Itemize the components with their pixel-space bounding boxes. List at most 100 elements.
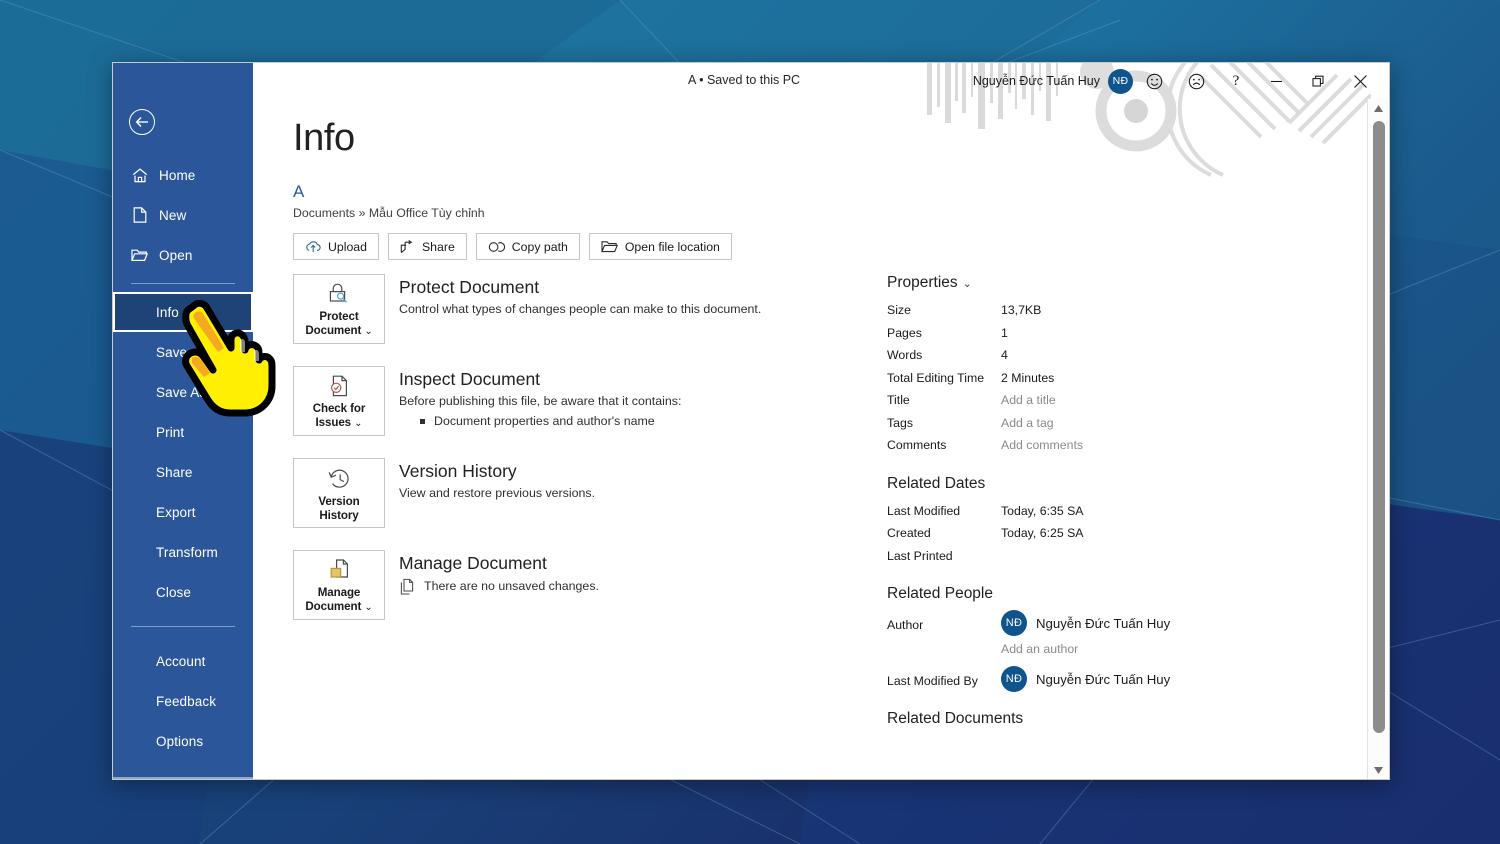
sidebar-item-account[interactable]: Account bbox=[113, 641, 253, 681]
date-value: Today, 6:35 SA bbox=[1001, 503, 1084, 518]
date-row: Last Modified Today, 6:35 SA bbox=[887, 500, 1263, 523]
document-folder-icon bbox=[327, 557, 352, 583]
last-modified-by-name: Nguyễn Đức Tuấn Huy bbox=[1036, 671, 1171, 687]
protect-document-tile[interactable]: Protect Document ⌄ bbox=[293, 274, 385, 344]
upload-button[interactable]: Upload bbox=[293, 233, 379, 260]
tile-label: Version History bbox=[318, 495, 359, 523]
sidebar-item-transform[interactable]: Transform bbox=[113, 532, 253, 572]
author-chip[interactable]: NĐ Nguyễn Đức Tuấn Huy bbox=[1001, 610, 1170, 636]
last-modified-by-chip[interactable]: NĐ Nguyễn Đức Tuấn Huy bbox=[1001, 666, 1170, 692]
sidebar-divider-1 bbox=[131, 283, 235, 284]
sidebar-item-label: Close bbox=[156, 584, 192, 600]
tags-input[interactable]: Add a tag bbox=[1001, 412, 1054, 435]
sidebar-item-label: Share bbox=[156, 464, 193, 480]
sidebar-item-info[interactable]: Info bbox=[113, 292, 253, 332]
button-label: Copy path bbox=[511, 239, 568, 254]
property-key: Words bbox=[887, 348, 923, 362]
sidebar-item-share[interactable]: Share bbox=[113, 452, 253, 492]
feature-heading: Version History bbox=[399, 461, 517, 481]
sidebar-item-save[interactable]: Save bbox=[113, 332, 253, 372]
sidebar-item-new[interactable]: New bbox=[113, 195, 253, 235]
home-icon bbox=[131, 167, 148, 184]
avatar[interactable]: NĐ bbox=[1108, 68, 1133, 94]
tile-label-line2: Issues bbox=[315, 416, 352, 429]
copy-path-button[interactable]: Copy path bbox=[475, 233, 580, 260]
cloud-upload-icon bbox=[305, 240, 321, 253]
frowny-face-icon[interactable] bbox=[1175, 68, 1217, 94]
scrollbar-thumb[interactable] bbox=[1373, 121, 1385, 733]
last-modified-by-avatar: NĐ bbox=[1001, 666, 1027, 692]
smiley-face-icon[interactable] bbox=[1133, 68, 1175, 94]
feature-heading: Inspect Document bbox=[399, 369, 541, 389]
property-value: 2 Minutes bbox=[1001, 370, 1055, 385]
vertical-scrollbar[interactable] bbox=[1367, 99, 1389, 779]
author-name: Nguyễn Đức Tuấn Huy bbox=[1036, 615, 1171, 631]
feature-description: View and restore previous versions. bbox=[399, 486, 596, 500]
sidebar-item-export[interactable]: Export bbox=[113, 492, 253, 532]
chevron-down-icon: ⌄ bbox=[364, 602, 373, 613]
last-modified-by-key: Last Modified By bbox=[887, 674, 978, 688]
restore-icon[interactable] bbox=[1297, 68, 1339, 94]
sidebar-item-home[interactable]: Home bbox=[113, 155, 253, 195]
sidebar-item-options[interactable]: Options bbox=[113, 721, 253, 761]
property-value: 4 bbox=[1001, 348, 1008, 362]
share-arrow-icon bbox=[400, 239, 415, 254]
version-history-tile[interactable]: Version History bbox=[293, 458, 385, 528]
unsaved-changes-row: There are no unsaved changes. bbox=[399, 578, 599, 600]
chevron-down-icon: ⌄ bbox=[962, 277, 972, 290]
sidebar-item-label: New bbox=[159, 207, 187, 223]
feature-text: Inspect Document Before publishing this … bbox=[399, 366, 681, 430]
title-input[interactable]: Add a title bbox=[1001, 389, 1056, 412]
related-dates-list: Last Modified Today, 6:35 SA Created Tod… bbox=[887, 500, 1263, 568]
sidebar-item-label: Home bbox=[159, 167, 196, 183]
help-icon[interactable]: ? bbox=[1217, 68, 1255, 94]
properties-heading[interactable]: Properties ⌄ bbox=[887, 274, 1263, 292]
button-label: Upload bbox=[328, 239, 367, 254]
property-row-title: Title Add a title bbox=[887, 389, 1263, 412]
account-name[interactable]: Nguyễn Đức Tuấn Huy bbox=[973, 74, 1100, 88]
sidebar-item-close[interactable]: Close bbox=[113, 572, 253, 612]
link-chain-icon bbox=[488, 241, 505, 253]
document-save-status: A • Saved to this PC bbox=[688, 73, 801, 87]
tile-label: Protect Document ⌄ bbox=[305, 310, 372, 339]
scroll-up-arrow-icon[interactable] bbox=[1368, 99, 1389, 117]
tile-label-line1: Version bbox=[318, 494, 360, 508]
scroll-down-arrow-icon[interactable] bbox=[1368, 761, 1389, 779]
feature-heading: Protect Document bbox=[399, 277, 540, 297]
folder-icon bbox=[131, 247, 148, 264]
properties-list: Size 13,7KB Pages 1 Words 4 Total Editin… bbox=[887, 299, 1263, 457]
clock-history-icon bbox=[327, 466, 352, 492]
date-row: Last Printed bbox=[887, 545, 1263, 568]
desktop-background: Home New Open Info Save Save As Print Sh… bbox=[0, 0, 1500, 844]
minimize-icon[interactable] bbox=[1255, 68, 1297, 94]
add-author-input[interactable]: Add an author bbox=[1001, 642, 1263, 656]
tile-label-line2: Document bbox=[305, 324, 362, 337]
sidebar-item-print[interactable]: Print bbox=[113, 412, 253, 452]
sidebar-item-label: Options bbox=[156, 733, 204, 749]
share-button[interactable]: Share bbox=[387, 233, 467, 260]
feature-heading: Manage Document bbox=[399, 553, 547, 573]
feature-text: Protect Document Control what types of c… bbox=[399, 274, 761, 318]
property-value: 1 bbox=[1001, 325, 1008, 340]
sidebar-item-save-as[interactable]: Save As bbox=[113, 372, 253, 412]
back-arrow-icon[interactable] bbox=[129, 109, 155, 135]
feature-protect-document: Protect Document ⌄ Protect Document Cont… bbox=[293, 274, 863, 344]
sidebar-item-label: Export bbox=[156, 504, 196, 520]
manage-document-tile[interactable]: Manage Document ⌄ bbox=[293, 550, 385, 620]
info-body: Protect Document ⌄ Protect Document Cont… bbox=[253, 274, 1367, 735]
sidebar-item-open[interactable]: Open bbox=[113, 235, 253, 275]
close-icon[interactable] bbox=[1339, 68, 1381, 94]
open-file-location-button[interactable]: Open file location bbox=[588, 233, 732, 260]
sidebar-item-feedback[interactable]: Feedback bbox=[113, 681, 253, 721]
comments-input[interactable]: Add comments bbox=[1001, 434, 1083, 457]
related-dates-heading-label: Related Dates bbox=[887, 474, 986, 492]
sidebar-divider-2 bbox=[131, 626, 235, 627]
sidebar-item-label: Info bbox=[156, 304, 179, 320]
related-documents-heading-label: Related Documents bbox=[887, 710, 1024, 727]
check-for-issues-tile[interactable]: Check for Issues ⌄ bbox=[293, 366, 385, 436]
document-copy-icon bbox=[399, 578, 415, 600]
folder-open-icon bbox=[601, 240, 618, 253]
button-label: Open file location bbox=[624, 239, 720, 254]
property-key: Comments bbox=[887, 438, 947, 452]
